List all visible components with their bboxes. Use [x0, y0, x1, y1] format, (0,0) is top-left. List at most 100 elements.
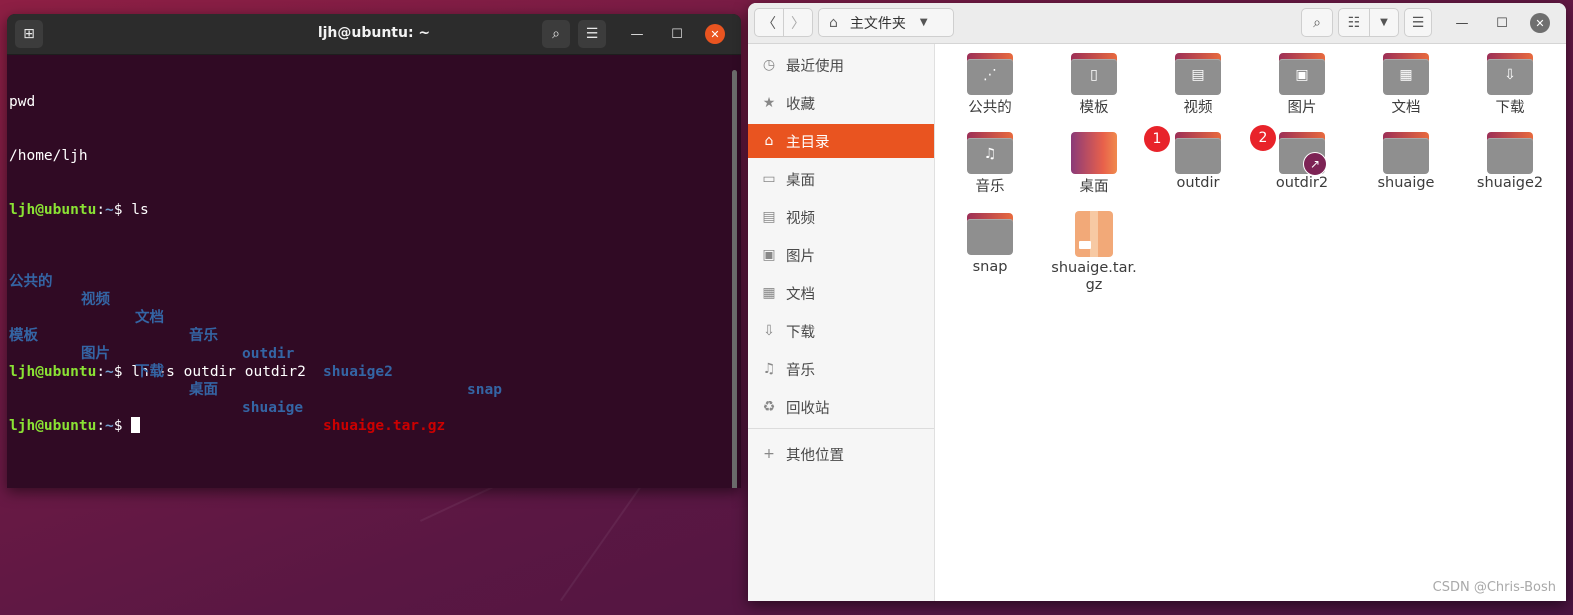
- file-item-templates[interactable]: ▯ 模板: [1048, 53, 1140, 117]
- ls-entry: 公共的: [9, 274, 53, 290]
- prompt-dollar: $: [113, 202, 132, 218]
- sidebar-item-label: 桌面: [786, 172, 815, 189]
- document-icon: ▦: [762, 285, 776, 301]
- prompt-path: ~: [105, 202, 114, 218]
- file-item-label: 公共的: [968, 100, 1012, 116]
- prompt-path: ~: [105, 418, 114, 434]
- ls-entry: 音乐: [189, 328, 218, 344]
- share-icon: ⋰: [983, 67, 997, 83]
- hamburger-menu-icon[interactable]: ☰: [1404, 8, 1432, 37]
- sidebar-item-trash[interactable]: ♻ 回收站: [748, 390, 934, 424]
- sidebar-item-home[interactable]: ⌂ 主目录: [748, 124, 934, 158]
- annotation-marker: 1: [1144, 126, 1170, 152]
- minimize-icon[interactable]: —: [625, 22, 649, 46]
- file-item-documents[interactable]: ▦ 文档: [1360, 53, 1452, 117]
- chevron-down-icon[interactable]: ▼: [920, 17, 928, 28]
- desktop-icon: ▭: [762, 171, 776, 187]
- sidebar-item-videos[interactable]: ▤ 视频: [748, 200, 934, 234]
- file-item-public[interactable]: ⋰ 公共的: [944, 53, 1036, 117]
- ls-entry: outdir: [242, 346, 295, 362]
- ls-entry: 视频: [81, 292, 110, 308]
- file-item-label: 模板: [1079, 100, 1109, 116]
- folder-icon: ♫: [967, 132, 1013, 174]
- hamburger-menu-icon[interactable]: ☰: [578, 20, 606, 48]
- music-icon: ♫: [762, 361, 776, 377]
- terminal-window[interactable]: ⊞ ljh@ubuntu: ~ ⌕ ☰ — ☐ ✕ pwd /home/ljh …: [7, 14, 741, 488]
- back-icon[interactable]: 〈: [754, 8, 784, 37]
- symlink-arrow-icon: ↗: [1303, 152, 1327, 176]
- download-icon: ⇩: [763, 323, 775, 339]
- file-item-label: 桌面: [1079, 179, 1109, 195]
- plus-icon: +: [763, 446, 775, 462]
- file-item-shuaige2[interactable]: shuaige2: [1464, 132, 1556, 192]
- terminal-line: pwd: [9, 94, 36, 110]
- file-item-snap[interactable]: snap: [944, 213, 1036, 276]
- file-manager-header-bar[interactable]: 〈 〉 ⌂ 主文件夹 ▼ ⌕ ☷ ▼ ☰ — ☐ ✕: [748, 3, 1566, 44]
- terminal-header-bar[interactable]: ⊞ ljh@ubuntu: ~ ⌕ ☰ — ☐ ✕: [7, 14, 741, 55]
- prompt-dollar: $: [113, 364, 132, 380]
- file-item-label: outdir: [1176, 175, 1220, 191]
- file-item-label: 音乐: [975, 179, 1005, 195]
- sidebar-item-recent[interactable]: ◷ 最近使用: [748, 48, 934, 82]
- maximize-icon[interactable]: ☐: [665, 22, 689, 46]
- document-icon: ▦: [1399, 67, 1413, 83]
- file-item-pictures[interactable]: ▣ 图片: [1256, 53, 1348, 117]
- folder-icon: [1487, 132, 1533, 174]
- sidebar-item-other-locations[interactable]: + 其他位置: [748, 437, 934, 471]
- minimize-icon[interactable]: —: [1450, 11, 1474, 35]
- ls-entry: 下载: [135, 364, 164, 380]
- search-icon[interactable]: ⌕: [542, 20, 570, 48]
- file-item-downloads[interactable]: ⇩ 下载: [1464, 53, 1556, 117]
- close-icon[interactable]: ✕: [1530, 13, 1550, 33]
- places-sidebar: ◷ 最近使用 ★ 收藏 ⌂ 主目录 ▭ 桌面 ▤ 视频 ▣ 图片 ▦ 文档 ⇩ 下载 ♫ 音乐 ♻…: [748, 44, 935, 601]
- maximize-icon[interactable]: ☐: [1490, 11, 1514, 35]
- file-item-videos[interactable]: ▤ 视频: [1152, 53, 1244, 117]
- file-item-label: shuaige: [1377, 175, 1435, 191]
- sidebar-item-music[interactable]: ♫ 音乐: [748, 352, 934, 386]
- sidebar-item-downloads[interactable]: ⇩ 下载: [748, 314, 934, 348]
- file-item-desktop[interactable]: 桌面: [1048, 132, 1140, 196]
- ls-entry: shuaige2: [323, 364, 393, 380]
- prompt-sep: :: [96, 364, 106, 380]
- sidebar-item-label: 音乐: [786, 362, 815, 379]
- terminal-output[interactable]: pwd /home/ljh ljh@ubuntu:~$ ls 公共的 视频 文档…: [9, 57, 729, 488]
- file-manager-window[interactable]: 〈 〉 ⌂ 主文件夹 ▼ ⌕ ☷ ▼ ☰ — ☐ ✕ ◷ 最近使用 ★ 收藏 ⌂ 主目…: [748, 3, 1566, 601]
- sidebar-item-label: 视频: [786, 210, 815, 227]
- ls-entry: shuaige: [242, 400, 304, 416]
- list-view-icon[interactable]: ☷: [1338, 8, 1370, 37]
- sidebar-item-label: 主目录: [786, 134, 830, 151]
- ls-entry: snap: [467, 382, 502, 398]
- file-item-music[interactable]: ♫ 音乐: [944, 132, 1036, 196]
- folder-icon: ⋰: [967, 53, 1013, 95]
- file-grid[interactable]: ⋰ 公共的 ▯ 模板 ▤ 视频 ▣ 图片 ▦ 文档 ⇩ 下载 ♫ 音乐 桌面 o…: [935, 44, 1566, 601]
- terminal-scrollbar[interactable]: [732, 70, 737, 488]
- sidebar-item-starred[interactable]: ★ 收藏: [748, 86, 934, 120]
- sidebar-item-desktop[interactable]: ▭ 桌面: [748, 162, 934, 196]
- sidebar-item-documents[interactable]: ▦ 文档: [748, 276, 934, 310]
- sidebar-item-label: 文档: [786, 286, 815, 303]
- text-cursor: [131, 417, 141, 433]
- location-bar[interactable]: ⌂ 主文件夹 ▼: [818, 8, 954, 37]
- image-icon: ▣: [762, 247, 776, 263]
- sidebar-item-pictures[interactable]: ▣ 图片: [748, 238, 934, 272]
- file-item-shuaige[interactable]: shuaige: [1360, 132, 1452, 192]
- search-icon[interactable]: ⌕: [1301, 8, 1333, 37]
- folder-icon: ▦: [1383, 53, 1429, 95]
- file-item-archive[interactable]: shuaige.tar. gz: [1048, 211, 1140, 294]
- ls-entry: 桌面: [189, 382, 218, 398]
- ls-entry: 图片: [81, 346, 110, 362]
- prompt-path: ~: [105, 364, 114, 380]
- home-icon: ⌂: [829, 14, 838, 31]
- forward-icon[interactable]: 〉: [783, 8, 813, 37]
- close-icon[interactable]: ✕: [705, 24, 725, 44]
- view-options-chevron-icon[interactable]: ▼: [1369, 8, 1399, 37]
- ls-entry-archive: shuaige.tar.gz: [323, 418, 446, 434]
- sidebar-item-label: 图片: [786, 248, 815, 265]
- file-item-label: 视频: [1183, 100, 1213, 116]
- folder-icon: [1383, 132, 1429, 174]
- sidebar-item-label: 其他位置: [786, 447, 844, 464]
- folder-icon: ⇩: [1487, 53, 1533, 95]
- sidebar-item-label: 回收站: [786, 400, 830, 417]
- prompt-dollar: $: [113, 418, 132, 434]
- clock-icon: ◷: [762, 57, 776, 73]
